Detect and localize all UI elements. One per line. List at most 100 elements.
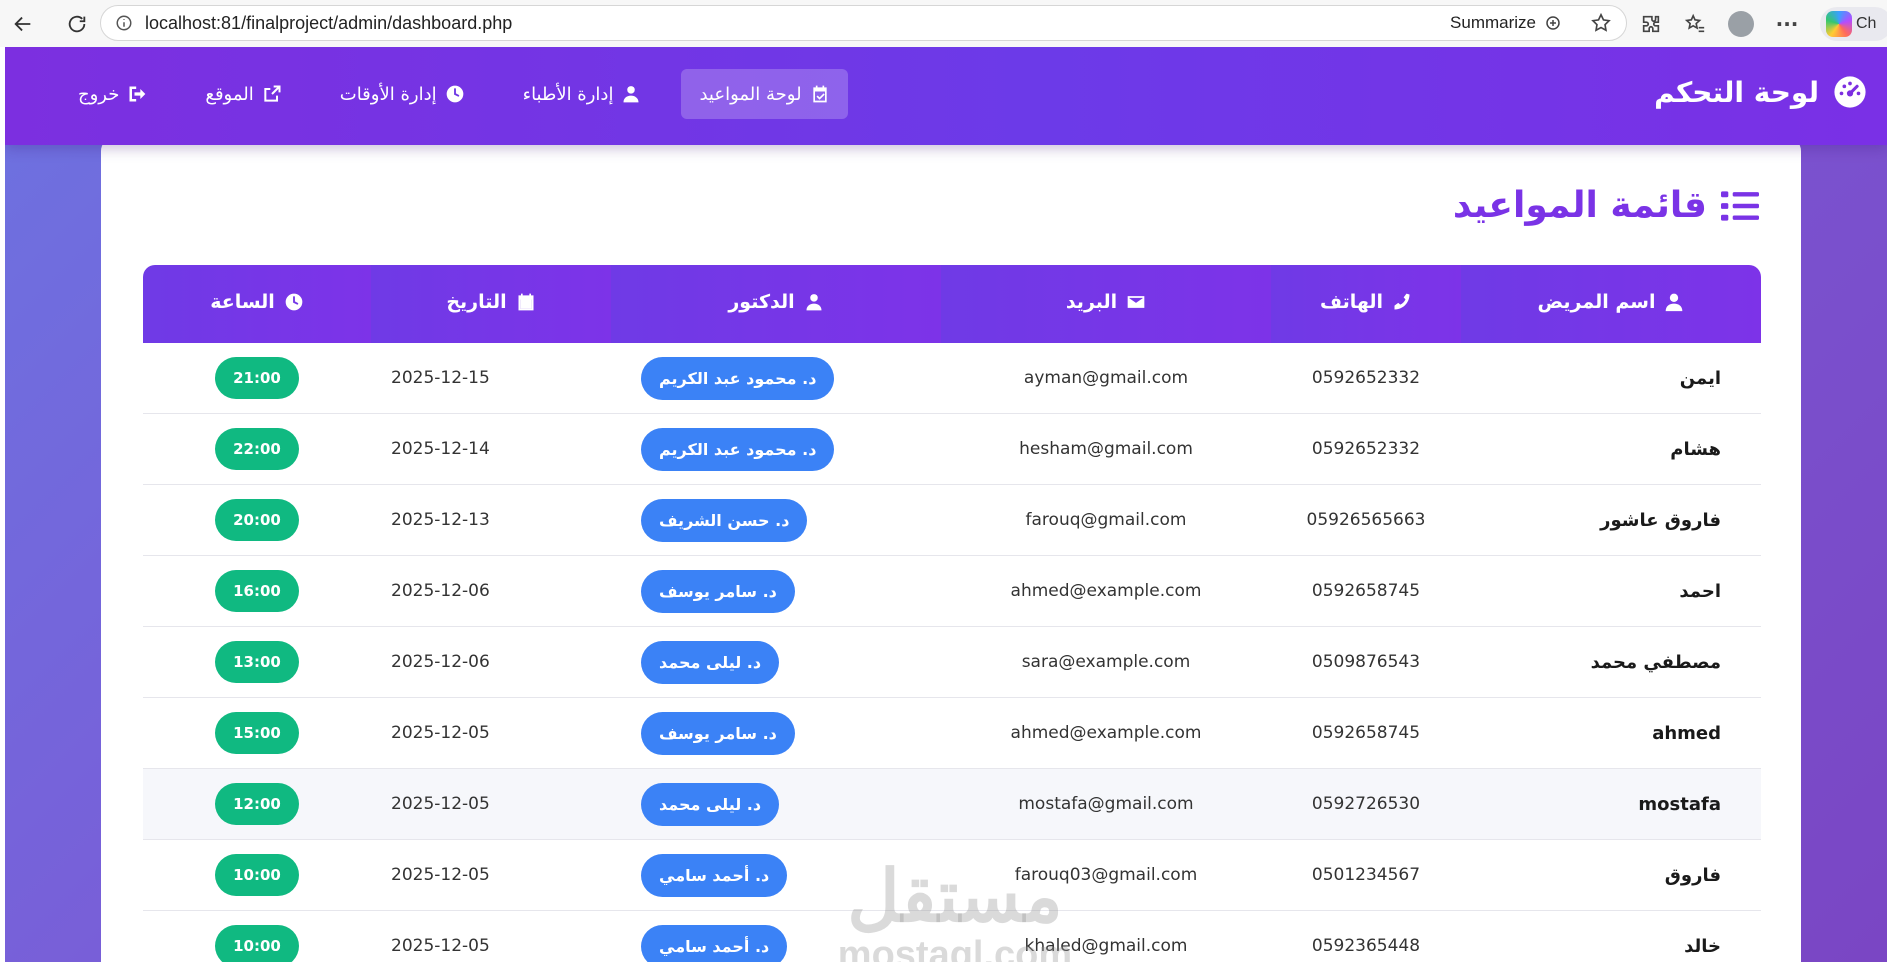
profile-avatar[interactable] [1728,11,1754,37]
nav-label: إدارة الأطباء [522,83,614,105]
nav-doctors-management[interactable]: إدارة الأطباء [505,69,660,119]
more-options-icon[interactable]: ··· [1776,12,1799,36]
doctor-cell: د. محمود عبد الكريم [611,414,941,485]
nav-appointments-dashboard[interactable]: لوحة المواعيد [681,69,848,119]
address-bar[interactable]: localhost:81/finalproject/admin/dashboar… [100,5,1627,41]
doctor-cell: د. أحمد سامي [611,911,941,962]
table-row[interactable]: فاروق 0501234567 farouq03@gmail.com د. أحمد… [143,840,1761,911]
doctor-badge: د. سامر يوسف [641,569,795,613]
table-row[interactable]: mostafa 0592726530 mostafa@gmail.com د. ليل… [143,769,1761,840]
page-background: لوحة التحكم لوحة المواعيد إدارة الأطباء … [5,47,1887,962]
time-cell: 21:00 [143,343,371,414]
patient-phone: 0592652332 [1271,343,1461,414]
url-text[interactable]: localhost:81/finalproject/admin/dashboar… [145,13,512,34]
copilot-icon [1826,11,1852,37]
column-header-phone[interactable]: الهاتف [1271,265,1461,343]
nav-label: الموقع [205,83,254,105]
column-header-doctor[interactable]: الدكتور [611,265,941,343]
appointment-date: 2025-12-05 [371,698,611,769]
clock-icon [446,85,463,103]
user-doctor-icon [806,294,822,311]
patient-name: خالد [1461,911,1761,962]
time-cell: 13:00 [143,627,371,698]
column-label: الساعة [210,291,275,313]
table-row[interactable]: ahmed 0592658745 ahmed@example.com د. سامر … [143,698,1761,769]
copilot-button[interactable]: Ch [1820,7,1887,41]
summarize-icon [1546,16,1560,30]
nav-label: إدارة الأوقات [339,83,437,105]
patient-email: ahmed@example.com [941,698,1271,769]
table-header-row: اسم المريض الهاتف البريد الدكتور التاريخ… [143,265,1761,343]
patient-name: ahmed [1461,698,1761,769]
extensions-icon[interactable] [1640,13,1662,35]
envelope-icon [1127,296,1145,308]
appointment-date: 2025-12-14 [371,414,611,485]
patient-name: فاروق عاشور [1461,485,1761,556]
patient-phone: 05926565663 [1271,485,1461,556]
nav-website[interactable]: الموقع [187,69,299,119]
table-row[interactable]: خالد 0592365448 khaled@gmail.com د. أحمد سا… [143,911,1761,962]
time-cell: 10:00 [143,911,371,962]
table-row[interactable]: هشام 0592652332 hesham@gmail.com د. محمود ع… [143,414,1761,485]
dashboard-gauge-icon [1834,76,1866,108]
user-doctor-icon [623,86,639,103]
doctor-badge: د. سامر يوسف [641,711,795,755]
patient-phone: 0509876543 [1271,627,1461,698]
table-row[interactable]: مصطفي محمد 0509876543 sara@example.com د. ل… [143,627,1761,698]
patient-phone: 0592658745 [1271,556,1461,627]
favorites-icon[interactable] [1684,13,1706,35]
doctor-badge: د. ليلى محمد [641,782,780,826]
time-badge: 20:00 [215,499,299,541]
main-nav: لوحة المواعيد إدارة الأطباء إدارة الأوقا… [38,69,848,119]
column-header-date[interactable]: التاريخ [371,265,611,343]
column-header-time[interactable]: الساعة [143,265,371,343]
patient-name: احمد [1461,556,1761,627]
appointments-card: قائمة المواعيد اسم المريض الهاتف البريد … [101,137,1801,962]
time-badge: 13:00 [215,641,299,683]
table-row[interactable]: فاروق عاشور 05926565663 farouq@gmail.com د.… [143,485,1761,556]
summarize-button[interactable]: Summarize [1450,13,1562,33]
column-header-email[interactable]: البريد [941,265,1271,343]
time-cell: 20:00 [143,485,371,556]
user-icon [1666,293,1683,312]
site-info-icon[interactable] [115,14,133,32]
table-row[interactable]: احمد 0592658745 ahmed@example.com د. سامر ي… [143,556,1761,627]
patient-email: hesham@gmail.com [941,414,1271,485]
column-header-patient[interactable]: اسم المريض [1461,265,1761,343]
column-label: اسم المريض [1537,291,1656,313]
time-badge: 15:00 [215,712,299,754]
nav-times-management[interactable]: إدارة الأوقات [322,69,483,119]
brand-title: لوحة التحكم [1654,75,1819,109]
time-cell: 12:00 [143,769,371,840]
patient-email: farouq@gmail.com [941,485,1271,556]
doctor-badge: د. محمود عبد الكريم [641,427,835,471]
appointment-date: 2025-12-06 [371,556,611,627]
column-label: البريد [1065,291,1118,313]
brand[interactable]: لوحة التحكم [1654,75,1867,109]
patient-name: ايمن [1461,343,1761,414]
table-row[interactable]: ايمن 0592652332 ayman@gmail.com د. محمود عب… [143,343,1761,414]
column-label: الدكتور [728,291,795,313]
calendar-icon [518,293,534,311]
copilot-label: Ch [1856,15,1877,32]
time-cell: 15:00 [143,698,371,769]
back-arrow-icon[interactable] [6,7,40,41]
patient-email: khaled@gmail.com [941,911,1271,962]
nav-logout[interactable]: خروج [60,69,165,119]
patient-phone: 0501234567 [1271,840,1461,911]
patient-email: ahmed@example.com [941,556,1271,627]
sign-out-icon [129,86,146,102]
patient-name: فاروق [1461,840,1761,911]
reload-icon[interactable] [60,7,94,41]
appointments-table: اسم المريض الهاتف البريد الدكتور التاريخ… [143,265,1761,962]
patient-email: ayman@gmail.com [941,343,1271,414]
patient-email: sara@example.com [941,627,1271,698]
patient-phone: 0592658745 [1271,698,1461,769]
time-badge: 21:00 [215,357,299,399]
appointment-date: 2025-12-05 [371,769,611,840]
external-link-icon [264,85,281,102]
appointment-date: 2025-12-15 [371,343,611,414]
appointment-date: 2025-12-06 [371,627,611,698]
time-badge: 10:00 [215,925,299,962]
favorite-star-icon[interactable] [1590,12,1612,34]
